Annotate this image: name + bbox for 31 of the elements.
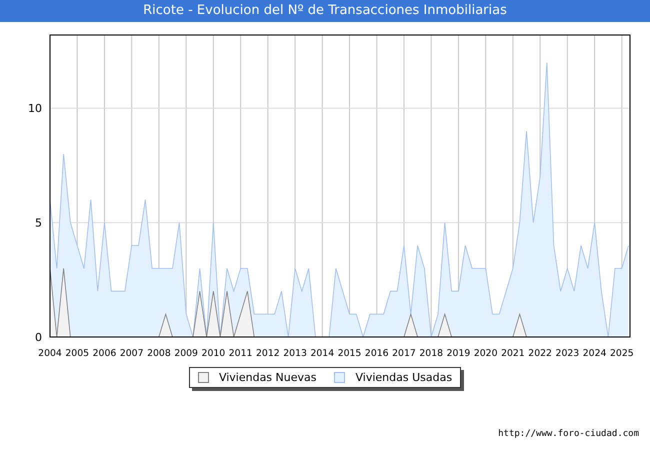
x-axis-label: 2011 <box>228 348 252 359</box>
x-axis-label: 2012 <box>256 348 280 359</box>
x-axis-label: 2006 <box>92 348 116 359</box>
y-axis-label: 5 <box>35 216 42 230</box>
y-axis-label: 0 <box>35 331 42 344</box>
legend-swatch <box>198 372 209 383</box>
legend-label: Viviendas Usadas <box>355 371 452 384</box>
x-axis-label: 2022 <box>528 348 552 359</box>
x-axis-label: 2004 <box>38 348 62 359</box>
x-axis-label: 2024 <box>582 348 606 359</box>
legend-swatch <box>334 372 346 383</box>
x-axis-label: 2019 <box>446 348 470 359</box>
x-axis-label: 2018 <box>419 348 444 359</box>
x-axis-label: 2023 <box>556 348 580 359</box>
source-url: http://www.foro-ciudad.com <box>498 429 639 439</box>
x-axis-label: 2016 <box>364 348 389 359</box>
x-axis-label: 2009 <box>174 348 198 359</box>
chart-title: Ricote - Evolucion del Nº de Transacciones Inmobiliarias <box>0 0 650 22</box>
x-axis-label: 2017 <box>392 348 416 359</box>
x-axis-label: 2008 <box>147 348 171 359</box>
y-axis-label: 10 <box>28 102 42 116</box>
x-axis-label: 2007 <box>120 348 144 359</box>
x-axis-label: 2020 <box>474 348 498 359</box>
x-axis-label: 2021 <box>501 348 525 359</box>
x-axis-label: 2005 <box>65 348 90 359</box>
x-axis-label: 2013 <box>283 348 307 359</box>
x-axis-label: 2015 <box>338 348 362 359</box>
x-axis-label: 2025 <box>610 348 634 359</box>
x-axis-label: 2010 <box>202 348 226 359</box>
x-axis-label: 2014 <box>310 348 334 359</box>
legend-label: Viviendas Nuevas <box>218 371 316 384</box>
